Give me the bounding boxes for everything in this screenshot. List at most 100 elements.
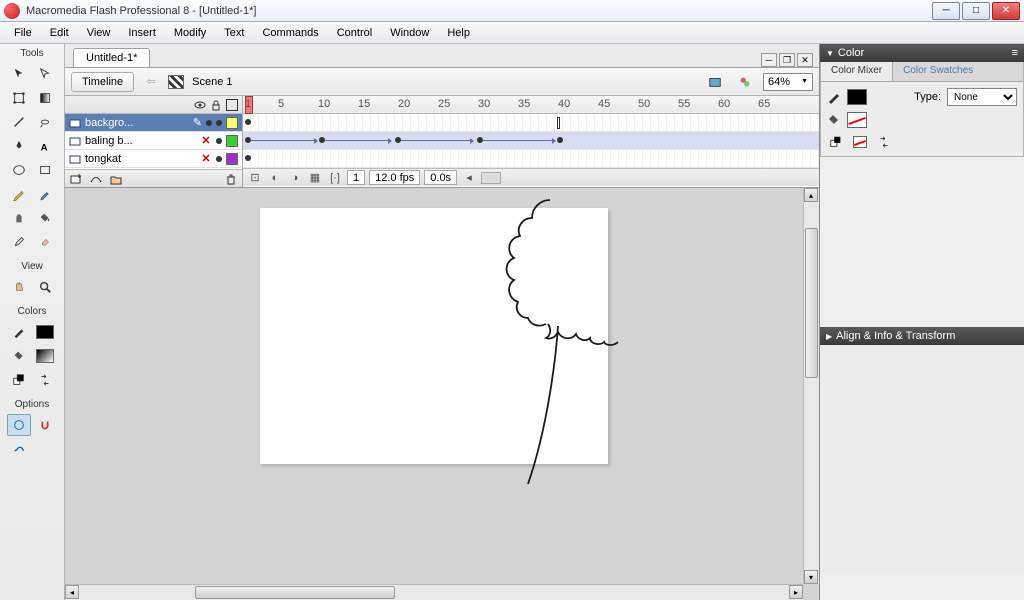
eraser-tool[interactable] <box>33 231 57 253</box>
default-colors-button[interactable] <box>7 369 31 391</box>
color-panel-header[interactable]: ▼ Color ≡ <box>820 44 1024 62</box>
stage-viewport[interactable] <box>65 188 803 584</box>
paint-bucket-tool[interactable] <box>33 207 57 229</box>
gradient-transform-tool[interactable] <box>33 87 57 109</box>
stroke-color-icon[interactable] <box>7 321 31 343</box>
visibility-hidden-icon[interactable]: ✕ <box>200 152 212 165</box>
frame-ruler[interactable]: 1 5 10 15 20 25 30 35 40 45 50 55 60 65 <box>243 96 819 114</box>
lock-dot[interactable] <box>216 138 222 144</box>
fill-color-swatch[interactable] <box>33 345 57 367</box>
document-tab[interactable]: Untitled-1* <box>73 48 150 67</box>
modify-onion-button[interactable]: [·] <box>327 171 343 185</box>
stroke-picker-icon[interactable] <box>827 90 841 104</box>
selection-tool[interactable] <box>7 63 31 85</box>
close-button[interactable]: ✕ <box>992 2 1020 20</box>
brush-tool[interactable] <box>33 183 57 205</box>
vertical-scrollbar[interactable]: ▴ ▾ <box>803 188 819 584</box>
swap-colors-mini[interactable] <box>875 134 893 150</box>
fill-picker-swatch[interactable] <box>847 112 867 128</box>
frame-row-baling[interactable] <box>243 132 819 150</box>
layer-color-swatch[interactable] <box>226 153 238 165</box>
panel-menu-icon[interactable]: ≡ <box>1012 47 1018 59</box>
onion-outline-button[interactable]: ◑ <box>287 171 303 185</box>
menu-text[interactable]: Text <box>216 25 252 41</box>
fill-color-icon[interactable] <box>7 345 31 367</box>
outline-icon[interactable] <box>226 99 238 111</box>
show-hide-icon[interactable] <box>194 99 206 111</box>
scene-back-button[interactable]: ⇦ <box>142 73 160 91</box>
delete-layer-button[interactable] <box>224 172 238 186</box>
layer-color-swatch[interactable] <box>226 117 238 129</box>
menu-help[interactable]: Help <box>439 25 478 41</box>
frame-row-background[interactable] <box>243 114 819 132</box>
frame-row-tongkat[interactable] <box>243 150 819 168</box>
menu-insert[interactable]: Insert <box>120 25 164 41</box>
onion-skin-button[interactable]: ◐ <box>267 171 283 185</box>
align-panel-header[interactable]: ▶ Align & Info & Transform <box>820 327 1024 345</box>
fill-picker-icon[interactable] <box>827 113 841 127</box>
new-guide-button[interactable] <box>89 172 103 186</box>
ink-bottle-tool[interactable] <box>7 207 31 229</box>
color-mixer-tab[interactable]: Color Mixer <box>821 62 893 81</box>
scroll-right-button[interactable]: ▸ <box>789 585 803 599</box>
edit-symbols-button[interactable] <box>733 71 757 93</box>
menu-commands[interactable]: Commands <box>254 25 326 41</box>
hand-tool[interactable] <box>7 276 31 298</box>
pencil-tool[interactable] <box>7 183 31 205</box>
timeline-toggle-button[interactable]: Timeline <box>71 72 134 92</box>
lock-icon[interactable] <box>210 99 222 111</box>
doc-minimize-button[interactable]: ─ <box>761 53 777 67</box>
eyedropper-tool[interactable] <box>7 231 31 253</box>
menu-file[interactable]: File <box>6 25 40 41</box>
layer-row-baling[interactable]: baling b... ✕ <box>65 132 242 150</box>
scroll-down-button[interactable]: ▾ <box>804 570 818 584</box>
stage-canvas[interactable] <box>260 208 608 464</box>
visibility-dot[interactable] <box>206 120 212 126</box>
frame-scroll-thumb[interactable] <box>481 172 501 184</box>
no-color-mini[interactable] <box>851 134 869 150</box>
layer-row-tongkat[interactable]: tongkat ✕ <box>65 150 242 168</box>
new-folder-button[interactable] <box>109 172 123 186</box>
lock-dot[interactable] <box>216 156 222 162</box>
stroke-picker-swatch[interactable] <box>847 89 867 105</box>
color-swatches-tab[interactable]: Color Swatches <box>893 62 983 81</box>
menu-window[interactable]: Window <box>382 25 437 41</box>
oval-tool[interactable] <box>7 159 31 181</box>
rectangle-tool[interactable] <box>33 159 57 181</box>
free-transform-tool[interactable] <box>7 87 31 109</box>
line-tool[interactable] <box>7 111 31 133</box>
doc-close-button[interactable]: ✕ <box>797 53 813 67</box>
center-frame-button[interactable]: ⊡ <box>247 171 263 185</box>
hscroll-thumb[interactable] <box>195 586 395 599</box>
swap-colors-button[interactable] <box>33 369 57 391</box>
horizontal-scrollbar[interactable]: ◂ ▸ <box>65 584 803 600</box>
subselection-tool[interactable] <box>33 63 57 85</box>
pen-tool[interactable] <box>7 135 31 157</box>
option-straighten[interactable] <box>7 438 31 460</box>
edit-multiple-button[interactable]: ▦ <box>307 171 323 185</box>
stroke-color-swatch[interactable] <box>33 321 57 343</box>
scroll-up-button[interactable]: ▴ <box>804 188 818 202</box>
scroll-left-button[interactable]: ◂ <box>461 171 477 185</box>
vscroll-thumb[interactable] <box>805 228 818 378</box>
zoom-field[interactable]: 64%▼ <box>763 73 813 91</box>
new-layer-button[interactable] <box>69 172 83 186</box>
maximize-button[interactable]: □ <box>962 2 990 20</box>
menu-control[interactable]: Control <box>329 25 380 41</box>
layer-color-swatch[interactable] <box>226 135 238 147</box>
option-object-drawing[interactable] <box>7 414 31 436</box>
scroll-left-button[interactable]: ◂ <box>65 585 79 599</box>
minimize-button[interactable]: ─ <box>932 2 960 20</box>
layer-row-background[interactable]: backgro... ✎ <box>65 114 242 132</box>
zoom-tool[interactable] <box>33 276 57 298</box>
default-colors-mini[interactable] <box>827 134 845 150</box>
text-tool[interactable]: A <box>33 135 57 157</box>
lock-dot[interactable] <box>216 120 222 126</box>
edit-scene-button[interactable] <box>703 71 727 93</box>
menu-modify[interactable]: Modify <box>166 25 214 41</box>
fill-type-select[interactable]: None <box>947 88 1017 106</box>
menu-view[interactable]: View <box>79 25 119 41</box>
menu-edit[interactable]: Edit <box>42 25 77 41</box>
option-snap[interactable] <box>33 414 57 436</box>
doc-restore-button[interactable]: ❐ <box>779 53 795 67</box>
